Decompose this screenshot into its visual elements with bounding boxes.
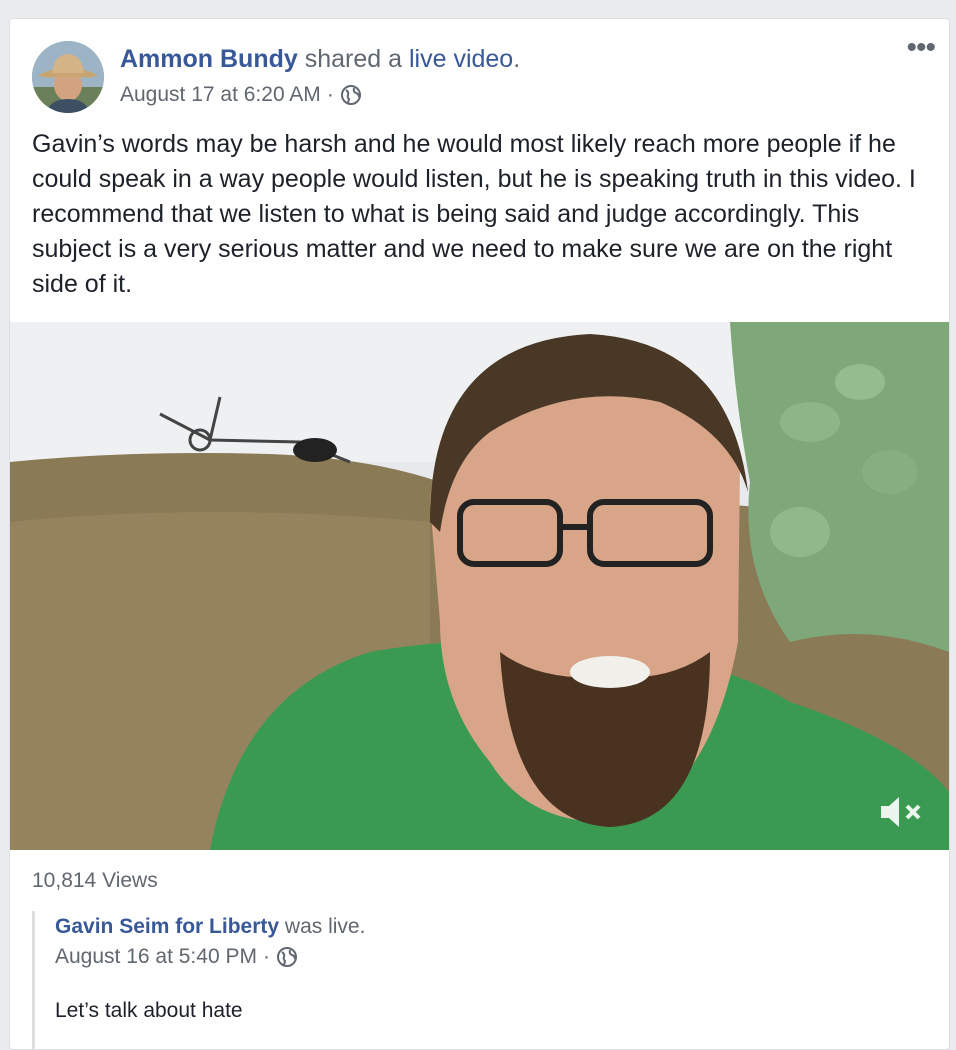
author-avatar[interactable]: [32, 41, 104, 113]
meta-separator: ·: [326, 83, 334, 106]
globe-icon[interactable]: [276, 946, 298, 968]
shared-meta: August 16 at 5:40 PM ·: [55, 945, 298, 969]
shared-header: Gavin Seim for Liberty was live.: [55, 915, 365, 939]
shared-author-name[interactable]: Gavin Seim for Liberty: [55, 915, 279, 938]
post-timestamp[interactable]: August 17 at 6:20 AM: [120, 83, 321, 107]
shared-timestamp[interactable]: August 16 at 5:40 PM: [55, 945, 257, 969]
video-frame: [10, 322, 949, 850]
shared-meta-separator: ·: [262, 945, 270, 968]
shared-text: Let’s talk about hate: [55, 999, 243, 1022]
post-header: Ammon Bundy shared a live video.: [120, 45, 520, 74]
view-count: 10,814 Views: [32, 869, 158, 892]
globe-icon[interactable]: [340, 84, 362, 106]
shared-post: Gavin Seim for Liberty was live. August …: [32, 911, 935, 1049]
author-name[interactable]: Ammon Bundy: [120, 45, 298, 73]
shared-action: was live.: [284, 915, 366, 938]
speaker-muted-icon[interactable]: [879, 794, 923, 830]
avatar-image: [32, 41, 104, 113]
more-options-icon[interactable]: •••: [906, 33, 935, 63]
post-meta: August 17 at 6:20 AM ·: [120, 83, 362, 107]
live-video-link[interactable]: live video: [409, 45, 513, 73]
post-text: Gavin’s words may be harsh and he would …: [32, 130, 916, 298]
post-card: Ammon Bundy shared a live video. August …: [9, 18, 950, 1050]
action-prefix: shared a: [304, 45, 403, 73]
video-player[interactable]: [10, 322, 949, 850]
action-suffix: .: [513, 45, 521, 73]
